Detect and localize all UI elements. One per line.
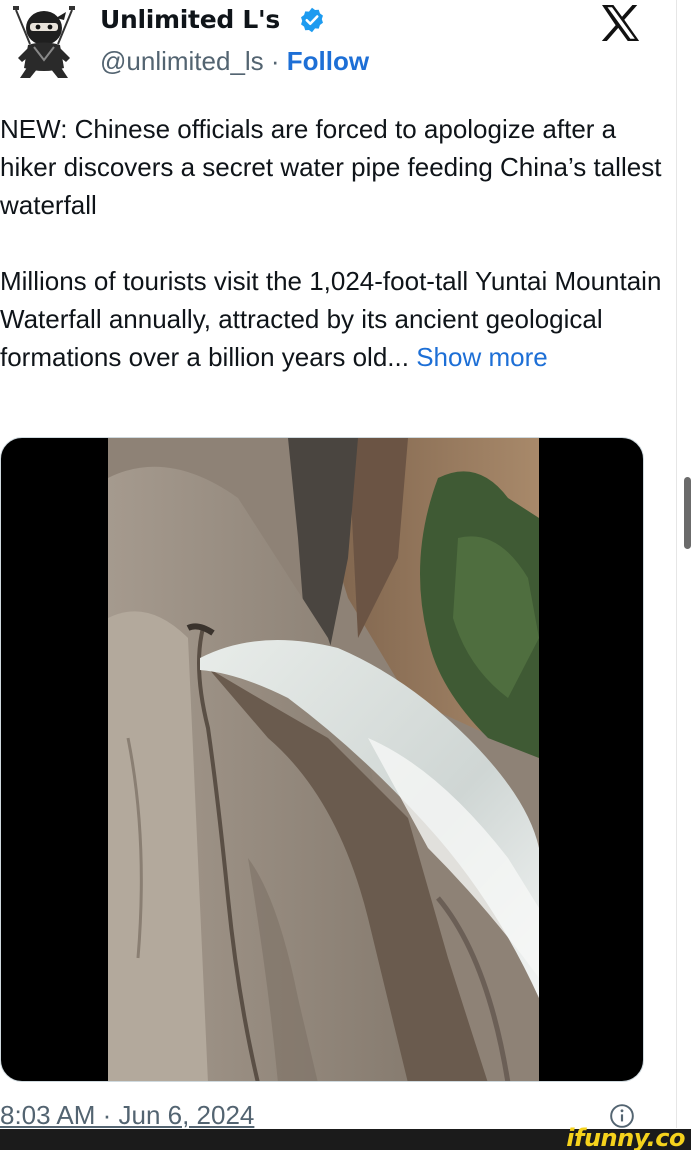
follow-button[interactable]: Follow [287, 46, 369, 76]
scrollbar-thumb[interactable] [684, 477, 691, 549]
tweet-media[interactable] [0, 437, 644, 1082]
tweet-card: Unlimited L's @unlimited_ls · Follow NEW… [0, 0, 691, 1150]
tweet-paragraph-1: NEW: Chinese officials are forced to apo… [0, 114, 662, 220]
handle[interactable]: @unlimited_ls [100, 46, 264, 76]
ninja-avatar-icon [8, 0, 80, 80]
tweet-paragraph-2: Millions of tourists visit the 1,024-foo… [0, 262, 670, 376]
display-name[interactable]: Unlimited L's [100, 5, 280, 34]
verified-badge-icon [301, 7, 323, 33]
handle-row: @unlimited_ls · Follow [100, 46, 369, 77]
handle-separator: · [263, 46, 287, 76]
video-thumbnail-waterfall [108, 438, 539, 1081]
show-more-link[interactable]: Show more [416, 342, 548, 372]
ifunny-watermark: ifunny.co [566, 1124, 685, 1150]
tweet-paragraph-2-text: Millions of tourists visit the 1,024-foo… [0, 266, 662, 372]
avatar[interactable] [8, 0, 80, 80]
scrollbar-track [676, 0, 677, 1128]
x-logo-icon[interactable] [600, 4, 642, 42]
timestamp[interactable]: 8:03 AM · Jun 6, 2024 [0, 1100, 254, 1131]
watermark-bar: ifunny.co [0, 1124, 691, 1150]
tweet-text: NEW: Chinese officials are forced to apo… [0, 110, 670, 376]
